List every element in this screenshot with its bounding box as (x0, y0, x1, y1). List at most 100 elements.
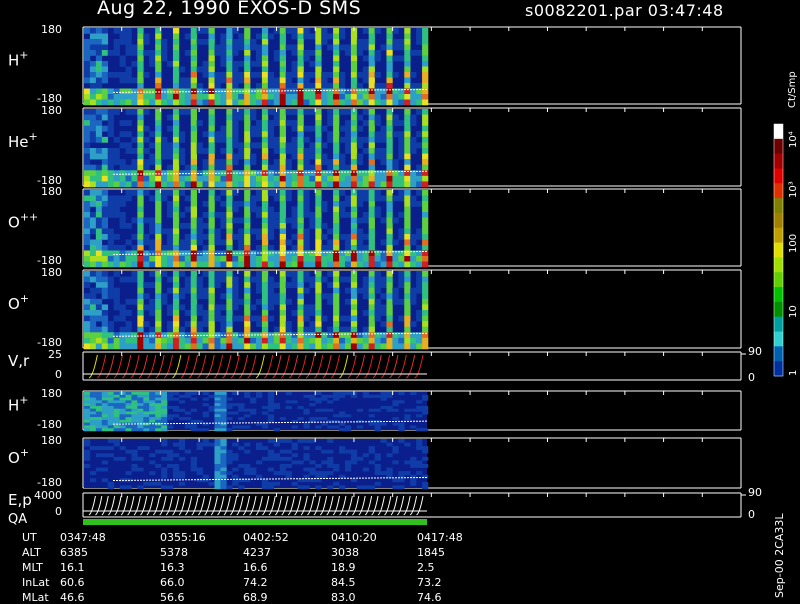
spectrogram-cell (161, 181, 168, 188)
spectrogram-cell (190, 206, 197, 213)
spectrogram-cell (422, 131, 429, 138)
spectrogram-cell (208, 217, 215, 224)
spectrogram-cell (119, 315, 126, 322)
spectrogram-cell (404, 39, 411, 45)
spectrogram-cell (226, 245, 233, 251)
spectrogram-cell (161, 474, 168, 479)
spectrogram-cell (315, 28, 322, 34)
spectrogram-cell (226, 61, 233, 67)
spectrogram-cell (333, 250, 340, 257)
spectrogram-cell (333, 261, 340, 268)
panel-label: O++ (8, 211, 38, 232)
spectrogram-cell (131, 94, 138, 100)
spectrogram-cell (410, 408, 417, 412)
spectrogram-cell (184, 411, 192, 415)
spectrogram-cell (333, 66, 340, 73)
spectrogram-cell (137, 39, 144, 45)
spectrogram-cell (155, 282, 162, 289)
spectrogram-cell (113, 39, 120, 45)
spectrogram-cell (137, 337, 144, 344)
spectrogram-cell (380, 332, 387, 339)
spectrogram-cell (250, 261, 257, 268)
spectrogram-cell (220, 446, 227, 451)
spectrogram-cell (273, 428, 281, 432)
spectrogram-cell (344, 337, 352, 344)
spectrogram-cell (84, 77, 91, 84)
spectrogram-cell (374, 467, 381, 472)
spectrogram-cell (315, 310, 322, 316)
spectrogram-cell (416, 245, 423, 251)
spectrogram-cell (410, 175, 417, 182)
spectrogram-cell (196, 321, 203, 328)
spectrogram-cell (386, 94, 393, 100)
spectrogram-cell (267, 77, 275, 84)
spectrogram-cell (238, 175, 245, 182)
spectrogram-cell (327, 332, 334, 339)
spectrogram-cell (149, 256, 156, 262)
spectrogram-cell (119, 250, 126, 257)
spectrogram-cell (143, 481, 150, 486)
velocity-curve (322, 354, 332, 379)
spectrogram-cell (297, 181, 304, 188)
spectrogram-cell (184, 223, 192, 229)
spectrogram-cell (190, 234, 197, 240)
spectrogram-cell (303, 456, 310, 461)
spectrogram-cell (327, 72, 334, 78)
spectrogram-cell (143, 99, 150, 106)
spectrogram-cell (250, 159, 257, 166)
spectrogram-cell (315, 83, 322, 89)
spectrogram-cell (350, 326, 358, 333)
spectrogram-cell (149, 170, 156, 177)
spectrogram-cell (172, 442, 180, 447)
spectrogram-cell (190, 282, 197, 289)
spectrogram-cell (380, 99, 387, 106)
spectrogram-cell (368, 414, 375, 418)
spectrogram-cell (220, 321, 227, 328)
spectrogram-cell (422, 239, 429, 246)
spectrogram-cell (107, 293, 114, 300)
spectrogram-cell (226, 282, 233, 289)
spectrogram-cell (244, 142, 251, 149)
spectrogram-cell (267, 181, 275, 188)
panel-label: He+ (8, 130, 38, 151)
spectrogram-cell (344, 212, 352, 218)
spectrogram-cell (208, 315, 215, 322)
spectrogram-cell (214, 456, 221, 461)
spectrogram-cell (84, 337, 91, 344)
velocity-curve (223, 495, 231, 516)
spectrogram-cell (131, 109, 138, 115)
velocity-curve (307, 495, 315, 516)
spectrogram-cell (113, 148, 120, 154)
spectrogram-cell (333, 39, 340, 45)
spectrogram-cell (143, 343, 150, 350)
spectrogram-cell (374, 464, 381, 468)
spectrogram-cell (416, 94, 423, 100)
spectrogram-cell (220, 175, 227, 182)
spectrogram-cell (392, 287, 399, 294)
spectrogram-cell (356, 159, 364, 166)
spectrogram-cell (190, 61, 197, 67)
spectrogram-cell (232, 159, 239, 166)
spectrogram-cell (172, 77, 180, 84)
spectrogram-cell (131, 403, 138, 407)
spectrogram-cell (267, 343, 275, 350)
spectrogram-cell (273, 120, 281, 127)
velocity-curve (230, 354, 240, 379)
spectrogram-cell (279, 293, 286, 300)
spectrogram-cell (208, 343, 215, 350)
spectrogram-cell (226, 460, 233, 465)
spectrogram-cell (404, 28, 411, 34)
spectrogram-cell (119, 55, 126, 62)
spectrogram-cell (190, 33, 197, 40)
spectrogram-cell (161, 425, 168, 429)
spectrogram-cell (279, 39, 286, 45)
spectrogram-cell (368, 181, 375, 188)
spectrogram-cell (214, 136, 221, 143)
spectrogram-cell (238, 245, 245, 251)
spectrogram-cell (350, 50, 358, 56)
spectrogram-cell (226, 206, 233, 213)
spectrogram-cell (214, 131, 221, 138)
spectrogram-cell (410, 136, 417, 143)
spectrogram-cell (267, 485, 275, 490)
spectrogram-cell (84, 195, 91, 202)
